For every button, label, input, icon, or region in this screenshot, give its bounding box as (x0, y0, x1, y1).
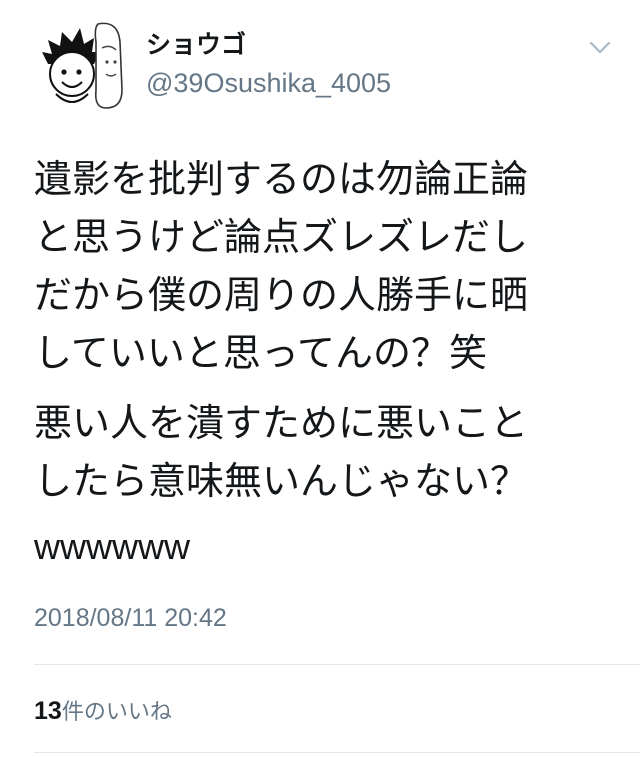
likes-number: 13 (34, 697, 62, 725)
divider (34, 664, 640, 665)
cartoon-avatar-icon (42, 22, 123, 109)
user-names: ショウゴ @39Osushika_4005 (146, 30, 391, 100)
tweet-paragraph-2: 悪い人を潰すために悪いこと したら意味無いんじゃない？ (34, 394, 624, 510)
tweet-line: 悪い人を潰すために悪いこと (34, 401, 529, 445)
tweet-text: 遺影を批判するのは勿論正論 と思うけど論点ズレズレだし だから僕の周りの人勝手に… (34, 150, 624, 576)
display-name[interactable]: ショウゴ (146, 30, 391, 60)
tweet-line: だから僕の周りの人勝手に晒 (34, 273, 529, 317)
tweet-line: したら意味無いんじゃない？ (34, 459, 529, 503)
avatar[interactable] (34, 18, 130, 114)
likes-label: 件のいいね (61, 700, 172, 725)
tweet-line: 遺影を批判するのは勿論正論 (34, 157, 529, 201)
user-handle[interactable]: @39Osushika_4005 (146, 66, 391, 100)
tweet-header: ショウゴ @39Osushika_4005 (34, 18, 624, 114)
likes-count[interactable]: 13件のいいね (34, 694, 172, 726)
tweet-line: していいと思ってんの？笑 (34, 331, 487, 375)
chevron-down-icon[interactable] (588, 38, 612, 56)
divider (34, 752, 640, 753)
tweet-timestamp[interactable]: 2018/08/11 20:42 (34, 604, 227, 633)
tweet-paragraph-1: 遺影を批判するのは勿論正論 と思うけど論点ズレズレだし だから僕の周りの人勝手に… (34, 150, 624, 382)
tweet-laugh: wwwwww (34, 526, 190, 567)
tweet-line: と思うけど論点ズレズレだし (34, 215, 529, 259)
tweet-card: ショウゴ @39Osushika_4005 遺影を批判するのは勿論正論 と思うけ… (0, 0, 640, 757)
